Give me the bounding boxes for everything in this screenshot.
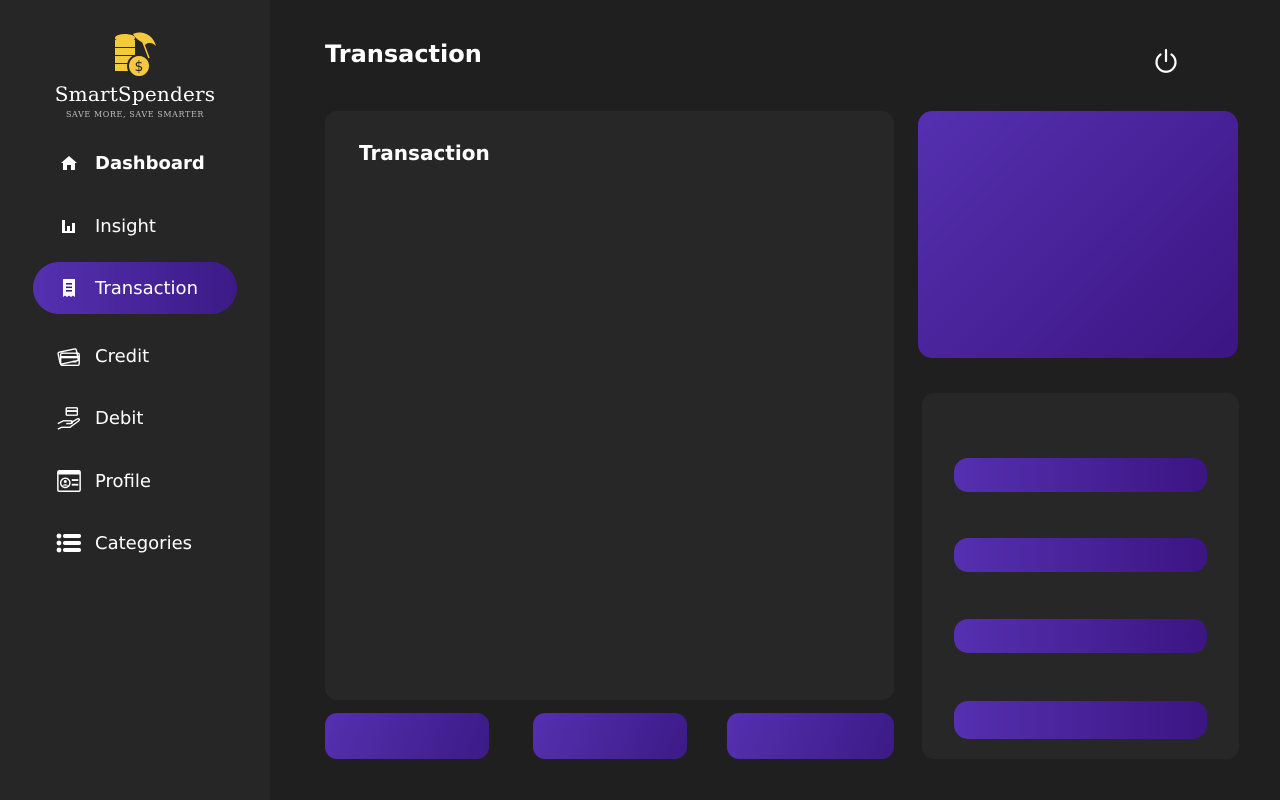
home-icon bbox=[56, 150, 82, 176]
sidebar-item-label: Dashboard bbox=[95, 152, 205, 174]
transaction-card: Transaction bbox=[325, 111, 894, 700]
receipt-icon bbox=[56, 275, 82, 301]
sidebar-item-profile[interactable]: Profile bbox=[33, 455, 237, 507]
sidebar: $ SmartSpenders SAVE MORE, SAVE SMARTER … bbox=[0, 0, 270, 800]
sidebar-item-label: Debit bbox=[95, 407, 144, 429]
sidebar-item-debit[interactable]: Debit bbox=[33, 392, 237, 444]
brand-logo[interactable]: $ SmartSpenders SAVE MORE, SAVE SMARTER bbox=[0, 28, 270, 119]
credit-card-icon bbox=[56, 343, 82, 369]
action-button-3[interactable] bbox=[727, 713, 894, 759]
app-root: $ SmartSpenders SAVE MORE, SAVE SMARTER … bbox=[0, 0, 1280, 800]
action-button-1[interactable] bbox=[325, 713, 489, 759]
action-button-2[interactable] bbox=[533, 713, 687, 759]
coins-umbrella-icon: $ bbox=[115, 32, 156, 78]
sidebar-item-label: Transaction bbox=[95, 277, 198, 299]
option-pill-3[interactable] bbox=[954, 619, 1207, 653]
hand-card-icon bbox=[56, 405, 82, 431]
bar-chart-icon bbox=[56, 213, 82, 239]
page-title: Transaction bbox=[325, 40, 482, 68]
brand-tagline: SAVE MORE, SAVE SMARTER bbox=[65, 110, 205, 119]
power-icon bbox=[1155, 48, 1177, 73]
option-pill-4[interactable] bbox=[954, 701, 1207, 739]
brand-name: SmartSpenders bbox=[54, 82, 216, 106]
list-icon bbox=[56, 530, 82, 556]
sidebar-item-label: Insight bbox=[95, 215, 156, 237]
sidebar-item-label: Categories bbox=[95, 532, 193, 554]
option-pill-1[interactable] bbox=[954, 458, 1207, 492]
sidebar-item-categories[interactable]: Categories bbox=[33, 517, 237, 569]
sidebar-item-insight[interactable]: Insight bbox=[33, 200, 237, 252]
id-card-icon bbox=[56, 468, 82, 494]
logout-button[interactable] bbox=[1150, 45, 1182, 77]
svg-text:$: $ bbox=[135, 59, 144, 75]
sidebar-item-dashboard[interactable]: Dashboard bbox=[33, 137, 237, 189]
sidebar-item-label: Profile bbox=[95, 470, 151, 492]
sidebar-item-label: Credit bbox=[95, 345, 150, 367]
option-pill-2[interactable] bbox=[954, 538, 1207, 572]
options-card bbox=[922, 393, 1239, 759]
sidebar-item-credit[interactable]: Credit bbox=[33, 330, 237, 382]
sidebar-item-transaction[interactable]: Transaction bbox=[33, 262, 237, 314]
summary-panel bbox=[918, 111, 1238, 358]
transaction-card-title: Transaction bbox=[359, 141, 490, 165]
